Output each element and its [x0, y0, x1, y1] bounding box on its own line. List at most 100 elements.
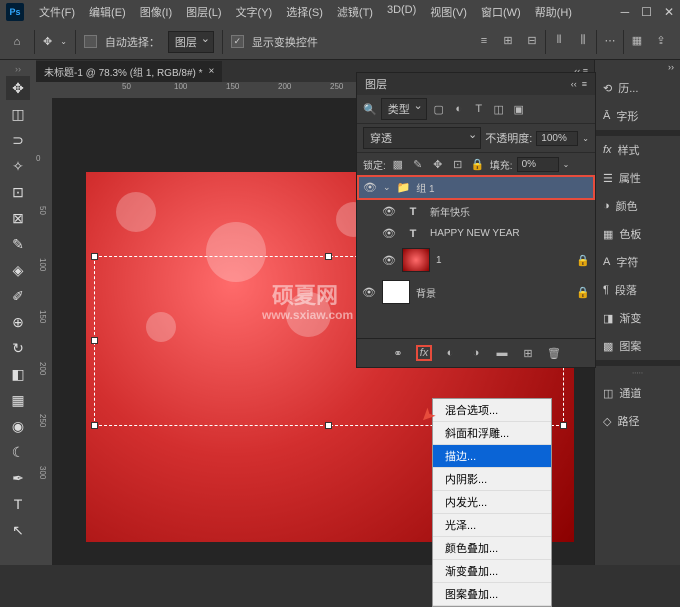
opacity-input[interactable]: 100%	[536, 131, 578, 146]
move-tool-icon[interactable]: ✥	[43, 35, 52, 48]
fx-inner-glow[interactable]: 内发光...	[433, 491, 551, 514]
panel-color[interactable]: ◑颜色	[595, 192, 680, 220]
lock-position-icon[interactable]: ✥	[430, 156, 446, 172]
more-icon[interactable]: ⋯	[599, 30, 621, 52]
visibility-icon[interactable]: 👁	[362, 286, 376, 299]
menu-layer[interactable]: 图层(L)	[181, 2, 226, 22]
brush-tool[interactable]: ✐	[6, 284, 30, 308]
marquee-tool[interactable]: ◫	[6, 102, 30, 126]
menu-image[interactable]: 图像(I)	[135, 2, 177, 22]
path-tool[interactable]: ↖	[6, 518, 30, 542]
link-icon[interactable]: ⚭	[390, 345, 406, 361]
delete-icon[interactable]: 🗑	[546, 345, 562, 361]
lock-all-icon[interactable]: 🔒	[470, 156, 486, 172]
lock-pixels-icon[interactable]: ✎	[410, 156, 426, 172]
layer-text-2[interactable]: 👁 T HAPPY NEW YEAR	[357, 223, 595, 244]
visibility-icon[interactable]: 👁	[382, 254, 396, 267]
menu-help[interactable]: 帮助(H)	[530, 2, 577, 22]
auto-select-checkbox[interactable]	[84, 35, 97, 48]
panel-menu-icon[interactable]: ≡	[582, 79, 587, 89]
layer-group-1[interactable]: 👁 ⌄ 📁 组 1	[357, 175, 595, 200]
blur-tool[interactable]: ◉	[6, 414, 30, 438]
fx-gradient-overlay[interactable]: 渐变叠加...	[433, 560, 551, 583]
mask-icon[interactable]: ◐	[442, 345, 458, 361]
align-icon[interactable]: ≡	[473, 30, 495, 52]
move-tool[interactable]: ✥	[6, 76, 30, 100]
panel-paragraph[interactable]: ¶段落	[595, 276, 680, 304]
filter-text-icon[interactable]: T	[471, 101, 487, 117]
blend-mode-dropdown[interactable]: 穿透	[363, 127, 481, 149]
gradient-tool[interactable]: ▦	[6, 388, 30, 412]
visibility-icon[interactable]: 👁	[382, 227, 396, 240]
stamp-tool[interactable]: ⊕	[6, 310, 30, 334]
filter-smart-icon[interactable]: ▣	[511, 101, 527, 117]
menu-3d[interactable]: 3D(D)	[382, 2, 421, 22]
fx-stroke[interactable]: 描边...	[433, 445, 551, 468]
panel-glyphs[interactable]: Ā字形	[595, 102, 680, 130]
panel-history[interactable]: ⟲历...	[595, 74, 680, 102]
fx-inner-shadow[interactable]: 内阴影...	[433, 468, 551, 491]
type-tool[interactable]: T	[6, 492, 30, 516]
eraser-tool[interactable]: ◧	[6, 362, 30, 386]
panel-gradient[interactable]: ◨渐变	[595, 304, 680, 332]
menu-file[interactable]: 文件(F)	[34, 2, 80, 22]
menu-view[interactable]: 视图(V)	[425, 2, 472, 22]
layer-background[interactable]: 👁 背景 🔒	[357, 276, 595, 308]
new-layer-icon[interactable]: ⊞	[520, 345, 536, 361]
panel-character[interactable]: A字符	[595, 248, 680, 276]
crop-tool[interactable]: ⊡	[6, 180, 30, 204]
eyedropper-tool[interactable]: ✎	[6, 232, 30, 256]
pen-tool[interactable]: ✒	[6, 466, 30, 490]
adjustment-icon[interactable]: ◑	[468, 345, 484, 361]
3d-icon[interactable]: ▦	[626, 30, 648, 52]
lasso-tool[interactable]: ⊃	[6, 128, 30, 152]
visibility-icon[interactable]: 👁	[363, 181, 377, 194]
filter-pixel-icon[interactable]: ▢	[431, 101, 447, 117]
share-icon[interactable]: ⇪	[650, 30, 672, 52]
menu-text[interactable]: 文字(Y)	[231, 2, 278, 22]
filter-type-dropdown[interactable]: 类型	[381, 98, 427, 120]
fill-input[interactable]: 0%	[517, 157, 559, 172]
fx-color-overlay[interactable]: 颜色叠加...	[433, 537, 551, 560]
wand-tool[interactable]: ✧	[6, 154, 30, 178]
panel-swatches[interactable]: ▦色板	[595, 220, 680, 248]
panel-collapse-icon[interactable]: ‹‹	[571, 79, 577, 89]
visibility-icon[interactable]: 👁	[382, 205, 396, 218]
heal-tool[interactable]: ◈	[6, 258, 30, 282]
group-icon[interactable]: ▬	[494, 345, 510, 361]
layer-image-1[interactable]: 👁 1 🔒	[357, 244, 595, 276]
home-icon[interactable]: ⌂	[8, 33, 26, 51]
frame-tool[interactable]: ⊠	[6, 206, 30, 230]
menu-filter[interactable]: 滤镜(T)	[332, 2, 378, 22]
menu-select[interactable]: 选择(S)	[281, 2, 328, 22]
lock-transparency-icon[interactable]: ▩	[390, 156, 406, 172]
menu-window[interactable]: 窗口(W)	[476, 2, 526, 22]
dodge-tool[interactable]: ☾	[6, 440, 30, 464]
filter-shape-icon[interactable]: ◫	[491, 101, 507, 117]
distribute-icon-2[interactable]: ⫼	[572, 30, 594, 52]
align-icon-3[interactable]: ⊟	[521, 30, 543, 52]
panel-styles[interactable]: fx样式	[595, 136, 680, 164]
fx-pattern-overlay[interactable]: 图案叠加...	[433, 583, 551, 606]
show-transform-checkbox[interactable]: ✓	[231, 35, 244, 48]
menu-edit[interactable]: 编辑(E)	[84, 2, 131, 22]
panel-channels[interactable]: ◫通道	[595, 379, 680, 407]
maximize-icon[interactable]: ☐	[641, 5, 652, 19]
fx-icon[interactable]: fx	[416, 345, 432, 361]
distribute-icon[interactable]: ⫴	[548, 30, 570, 52]
lock-artboard-icon[interactable]: ⊡	[450, 156, 466, 172]
search-icon[interactable]: 🔍	[363, 103, 377, 116]
align-icon-2[interactable]: ⊞	[497, 30, 519, 52]
close-icon[interactable]: ✕	[664, 5, 674, 19]
panel-properties[interactable]: ☰属性	[595, 164, 680, 192]
fx-satin[interactable]: 光泽...	[433, 514, 551, 537]
panel-paths[interactable]: ◇路径	[595, 407, 680, 435]
document-tab[interactable]: 未标题-1 @ 78.3% (组 1, RGB/8#) * ×	[36, 61, 222, 82]
fx-blend-options[interactable]: 混合选项...	[433, 399, 551, 422]
minimize-icon[interactable]: ─	[621, 5, 630, 19]
panel-pattern[interactable]: ▩图案	[595, 332, 680, 360]
tab-close-icon[interactable]: ×	[209, 66, 215, 77]
filter-adjust-icon[interactable]: ◐	[451, 101, 467, 117]
history-brush-tool[interactable]: ↻	[6, 336, 30, 360]
fx-bevel[interactable]: 斜面和浮雕...	[433, 422, 551, 445]
